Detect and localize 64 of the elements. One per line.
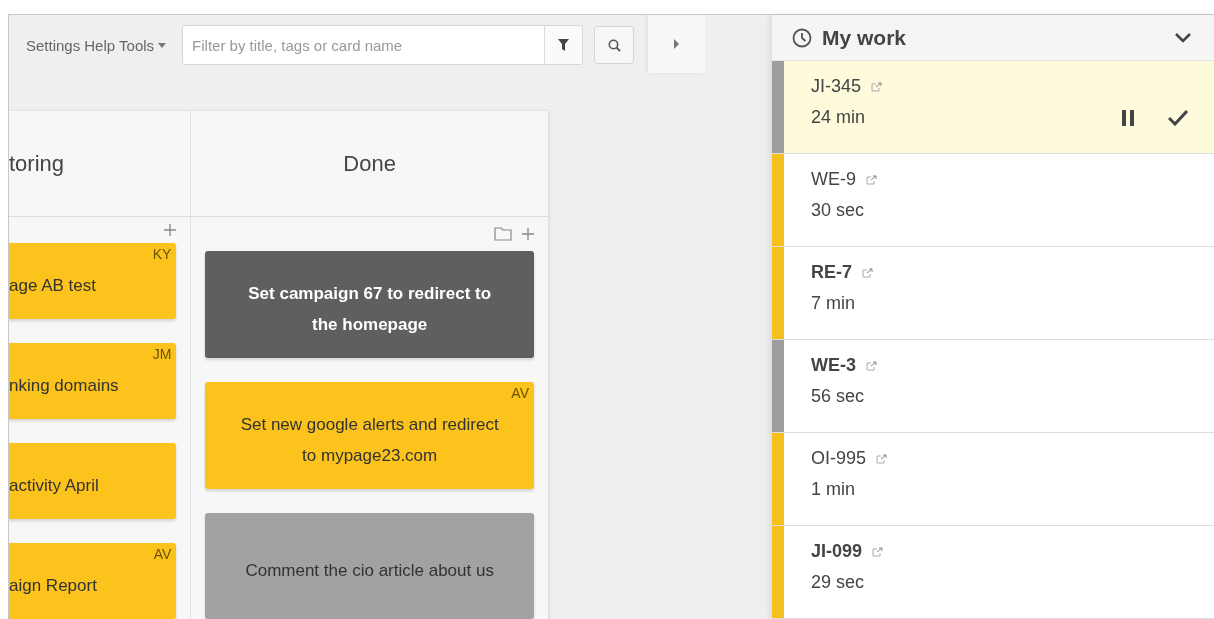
- collapse-button[interactable]: [1174, 32, 1192, 43]
- chevron-icon: [1174, 32, 1192, 43]
- ticket-id: WE-9: [811, 169, 856, 190]
- column-title: Done: [191, 111, 548, 217]
- work-item[interactable]: RE-7 7 min: [772, 247, 1214, 340]
- filter-button[interactable]: [544, 26, 583, 64]
- elapsed-time: 1 min: [811, 479, 856, 500]
- card-title: Set campaign 67 to redirect to the homepage: [247, 282, 493, 336]
- task-card[interactable]: nking domains JM: [9, 343, 177, 419]
- column-title: toring: [9, 111, 191, 217]
- card-title: Comment the cio article about us: [244, 559, 495, 582]
- card-title: aign Report: [9, 574, 98, 597]
- panel-title: My work: [822, 25, 908, 50]
- assignee-initials: JM: [152, 347, 172, 361]
- task-card[interactable]: age AB test KY: [9, 243, 177, 319]
- card-title: nking domains: [9, 374, 120, 397]
- caret-icon: [158, 42, 167, 48]
- menu-link[interactable]: Help: [84, 36, 116, 54]
- task-card[interactable]: Set campaign 67 to redirect to the homepage: [205, 251, 534, 358]
- search-icon: [607, 38, 621, 52]
- ticket-id: JI-099: [811, 541, 863, 562]
- menu-link[interactable]: Settings: [26, 36, 81, 54]
- assignee-initials: AV: [153, 547, 172, 561]
- task-card[interactable]: Set new google alerts and redirect to mypage23.com AV: [205, 382, 534, 489]
- clock-icon: [792, 27, 812, 48]
- elapsed-time: 56 sec: [811, 386, 866, 407]
- assignee-initials: KY: [152, 247, 172, 261]
- elapsed-time: 29 sec: [811, 572, 866, 593]
- ticket-id: RE-7: [811, 262, 852, 283]
- check-icon: [1168, 109, 1188, 126]
- card-title: age AB test: [9, 274, 97, 297]
- ticket-id: JI-345: [811, 76, 862, 97]
- card-title: Set new google alerts and redirect to mypage23.com: [239, 413, 500, 467]
- add-icon[interactable]: [164, 224, 177, 236]
- work-item[interactable]: JI-345 24 min: [772, 61, 1214, 154]
- work-item[interactable]: WE-3 56 sec: [772, 340, 1214, 433]
- external-link-icon[interactable]: [866, 174, 877, 185]
- work-item[interactable]: WE-9 30 sec: [772, 154, 1214, 247]
- external-link-icon[interactable]: [872, 546, 884, 557]
- tools-menu[interactable]: Tools: [119, 36, 167, 54]
- work-item[interactable]: JI-099 29 sec: [772, 526, 1214, 619]
- external-link-icon[interactable]: [876, 453, 888, 464]
- pause-button[interactable]: [1122, 109, 1134, 126]
- elapsed-time: 7 min: [811, 293, 856, 314]
- assignee-initials: AV: [511, 386, 529, 400]
- elapsed-time: 30 sec: [811, 200, 866, 221]
- add-icon[interactable]: [522, 228, 534, 240]
- done-button[interactable]: [1168, 109, 1188, 126]
- play-arrow-icon: [674, 39, 680, 49]
- task-card[interactable]: activity April: [9, 443, 177, 519]
- folder-icon[interactable]: [494, 227, 512, 241]
- search-button[interactable]: [594, 26, 635, 64]
- filter-icon: [558, 39, 570, 51]
- ticket-id: OI-995: [811, 448, 867, 469]
- task-card[interactable]: aign Report AV: [9, 543, 177, 619]
- pause-icon: [1122, 109, 1134, 126]
- external-link-icon[interactable]: [871, 81, 883, 92]
- external-link-icon[interactable]: [862, 267, 873, 278]
- work-item[interactable]: OI-995 1 min: [772, 433, 1214, 526]
- task-card[interactable]: Comment the cio article about us: [205, 513, 534, 619]
- ticket-id: WE-3: [811, 355, 856, 376]
- external-link-icon[interactable]: [866, 360, 877, 371]
- elapsed-time: 24 min: [811, 107, 867, 128]
- card-title: activity April: [9, 474, 100, 497]
